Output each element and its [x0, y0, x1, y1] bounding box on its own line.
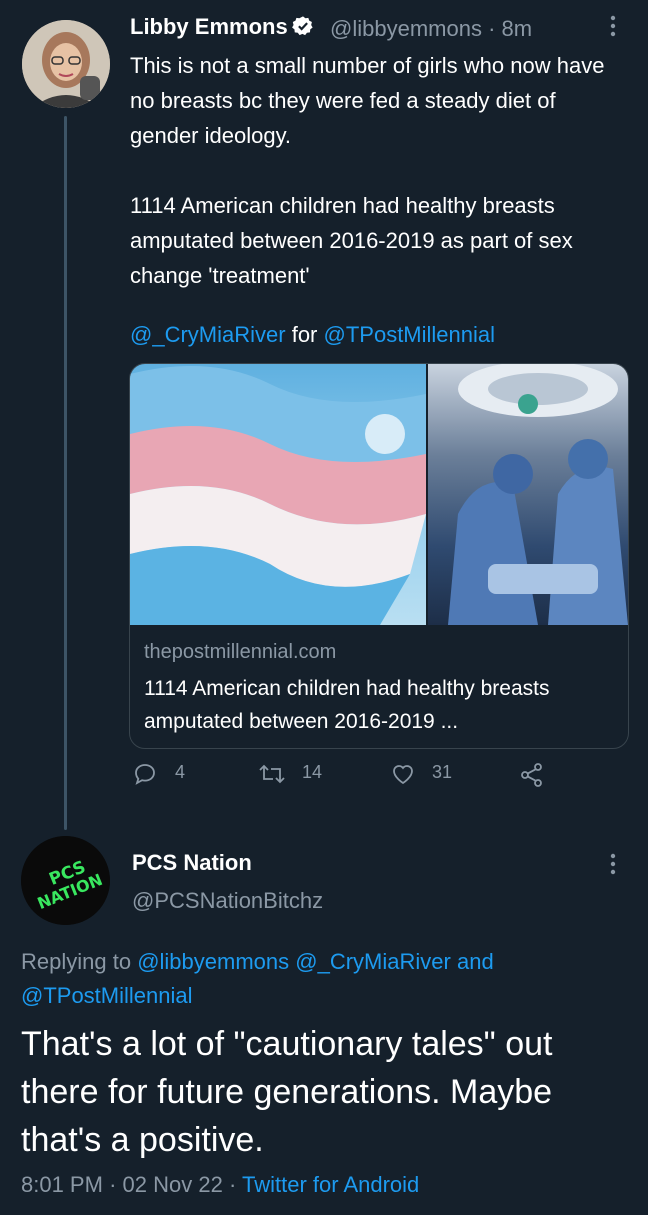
replying-to-line: Replying to @libbyemmons @_CryMiaRiver a… — [21, 949, 494, 1008]
reply-text: That's a lot of "cautionary tales" out t… — [21, 1025, 553, 1159]
card-title: 1114 American children had healthy breas… — [144, 677, 550, 733]
share-icon — [519, 762, 545, 793]
reply-time[interactable]: 8:01 PM — [21, 1172, 103, 1197]
tweet-text: This is not a small number of girls who … — [130, 53, 605, 288]
replying-and: and — [456, 949, 494, 974]
like-count: 31 — [432, 762, 453, 782]
retweet-count: 14 — [302, 762, 323, 782]
reply-more-options-icon[interactable] — [606, 852, 620, 882]
author-name[interactable]: Libby Emmons — [130, 14, 314, 43]
reply-date[interactable]: 02 Nov 22 — [123, 1172, 223, 1197]
retweet-icon — [258, 762, 286, 791]
avatar-libby-emmons[interactable] — [22, 20, 110, 108]
replying-to-tpostmillennial[interactable]: @TPostMillennial — [21, 983, 193, 1008]
thread-connector-line — [64, 116, 67, 830]
heart-icon — [390, 762, 416, 791]
reply-count: 4 — [175, 762, 186, 782]
author-handle-and-time[interactable]: @libbyemmons · 8m — [330, 16, 532, 42]
tweet-mentions: @_CryMiaRiver for @TPostMillennial — [130, 322, 496, 347]
mention-tpostmillennial[interactable]: @TPostMillennial — [324, 322, 496, 347]
reply-source[interactable]: Twitter for Android — [242, 1172, 419, 1197]
mention-crymiariver[interactable]: @_CryMiaRiver — [130, 322, 286, 347]
card-image-surgery — [428, 364, 628, 625]
card-image-flag — [130, 364, 426, 625]
replying-to-crymiariver[interactable]: @_CryMiaRiver — [295, 949, 451, 974]
card-domain: thepostmillennial.com — [144, 641, 337, 663]
reply-author-name[interactable]: PCS Nation — [132, 850, 252, 876]
reply-author-handle[interactable]: @PCSNationBitchz — [132, 888, 323, 914]
link-preview-card[interactable]: thepostmillennial.com 1114 American chil… — [129, 363, 629, 749]
more-options-icon[interactable] — [606, 14, 620, 38]
replying-to-libbyemmons[interactable]: @libbyemmons — [137, 949, 289, 974]
verified-badge-icon — [291, 15, 314, 43]
reply-icon — [133, 762, 157, 791]
reply-meta: 8:01 PM · 02 Nov 22 · Twitter for Androi… — [21, 1172, 420, 1197]
avatar-pcs-nation[interactable]: PCS NATION — [21, 836, 110, 925]
